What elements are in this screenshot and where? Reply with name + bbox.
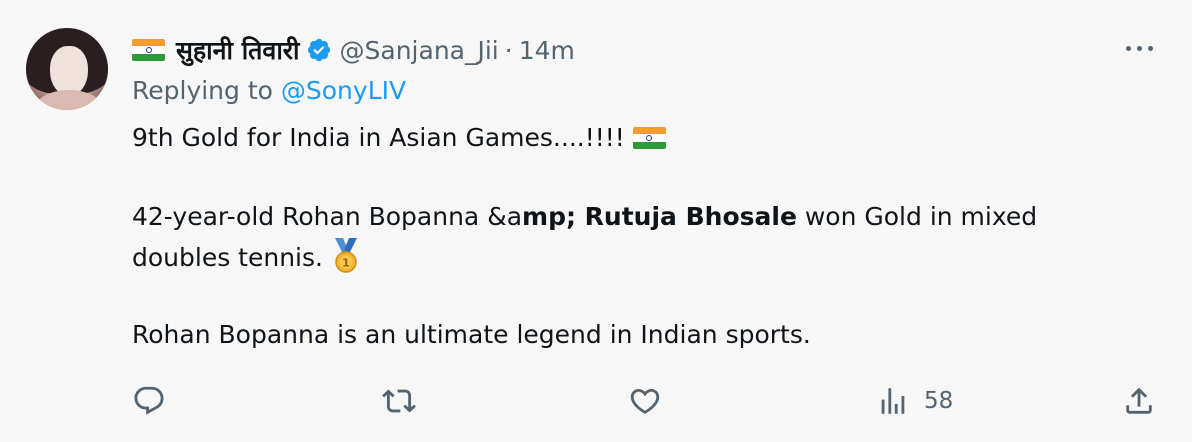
display-name[interactable]: सुहानी तिवारी [176,33,300,67]
avatar-face [50,46,88,96]
user-handle[interactable]: @Sanjana_Jii [340,36,499,65]
retweet-icon [382,389,416,413]
like-button[interactable] [628,384,662,418]
svg-text:1: 1 [342,257,350,270]
avatar[interactable] [26,28,108,110]
reply-button[interactable] [132,384,166,418]
tweet-card[interactable]: सुहानी तिवारी @Sanjana_Jii · 14m Replyin… [0,0,1192,442]
replying-prefix: Replying to [132,76,281,105]
tweet-text-line-1: 9th Gold for India in Asian Games....!!!… [132,120,666,156]
tweet-text-2a: 42-year-old Rohan Bopanna &a [132,202,523,231]
share-icon [1126,387,1152,414]
india-flag-icon [132,39,165,61]
views-icon [881,388,905,414]
verified-badge-icon[interactable] [306,37,332,63]
views-count: 58 [924,388,954,414]
like-icon [630,388,660,414]
avatar-shoulder [34,90,104,110]
separator-dot: · [504,35,513,65]
replying-to: Replying to @SonyLIV [132,76,406,105]
replying-to-link[interactable]: @SonyLIV [281,76,406,105]
reply-icon [134,386,164,415]
tweet-text-2c: won Gold in mixed [796,202,1038,231]
views-button[interactable]: 58 [876,384,953,418]
tweet-text-2b: mp; Rutuja Bhosale [522,202,797,231]
tweet-header: सुहानी तिवारी @Sanjana_Jii · 14m [132,30,575,70]
tweet-text-line-3: doubles tennis. 1 [132,238,361,276]
tweet-text-4: Rohan Bopanna is an ultimate legend in I… [132,320,811,349]
gold-medal-icon: 1 [334,238,357,273]
india-flag-icon [632,127,666,149]
retweet-button[interactable] [382,384,416,418]
tweet-text-line-4: Rohan Bopanna is an ultimate legend in I… [132,317,811,353]
tweet-text-3: doubles tennis. [132,243,323,272]
timestamp[interactable]: 14m [519,36,575,65]
tweet-text-1: 9th Gold for India in Asian Games....!!!… [132,123,625,152]
tweet-text-line-2: 42-year-old Rohan Bopanna &amp; Rutuja B… [132,199,1037,235]
more-options-icon[interactable] [1124,36,1156,60]
share-button[interactable] [1122,384,1156,418]
